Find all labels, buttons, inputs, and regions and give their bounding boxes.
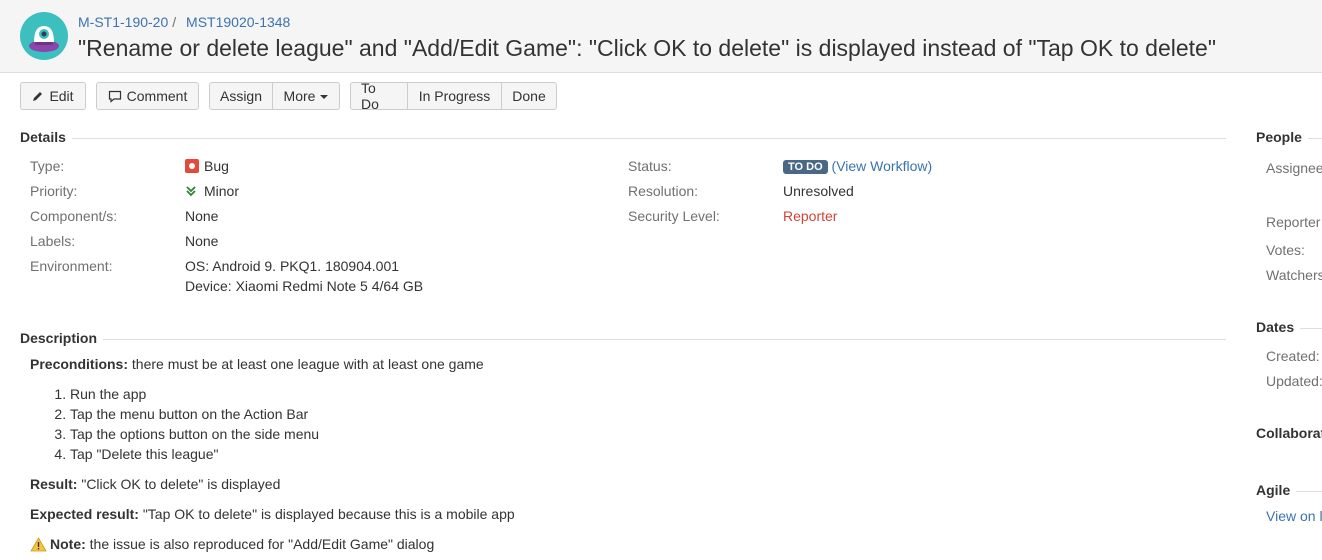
agile-heading[interactable]: Agile [1256, 482, 1290, 498]
result-label: Result: [30, 476, 78, 492]
more-button[interactable]: More [273, 82, 340, 110]
priority-minor-icon [186, 186, 196, 197]
priority-text: Minor [204, 183, 240, 199]
steps-list: Run the app Tap the menu button on the A… [30, 384, 319, 464]
issue-header: M-ST1-190-20/ MST19020-1348 "Rename or d… [0, 0, 1322, 73]
pencil-icon [33, 92, 43, 101]
expected-result-body: "Tap OK to delete" is displayed because … [138, 506, 515, 522]
note-label: Note: [50, 536, 86, 552]
note-body: the issue is also reproduced for "Add/Ed… [85, 536, 435, 552]
resolution-label: Resolution: [628, 183, 699, 199]
watchers-label: Watchers [1266, 267, 1322, 283]
updated-label: Updated: [1266, 373, 1322, 389]
people-heading[interactable]: People [1256, 129, 1302, 145]
labels-label: Labels: [30, 233, 76, 249]
environment-device: Device: Xiaomi Redmi Note 5 4/64 GB [185, 278, 424, 294]
status-badge: TO DO [783, 160, 828, 174]
warning-icon [30, 536, 47, 551]
result-text: Result: "Click OK to delete" is displaye… [30, 476, 280, 492]
votes-label: Votes: [1266, 242, 1305, 258]
project-avatar-icon[interactable] [20, 12, 68, 60]
people-divider [1308, 138, 1322, 139]
description-divider [103, 339, 1226, 340]
note-text: Note: the issue is also reproduced for "… [30, 536, 434, 552]
environment-label: Environment: [30, 258, 113, 274]
in-progress-label: In Progress [418, 88, 491, 104]
comment-button[interactable]: Comment [96, 82, 199, 110]
preconditions-label: Preconditions: [30, 356, 129, 372]
security-level-label: Security Level: [628, 208, 720, 224]
breadcrumb: M-ST1-190-20/ MST19020-1348 [78, 14, 290, 30]
edit-label: Edit [49, 88, 74, 104]
in-progress-button[interactable]: In Progress [408, 82, 502, 110]
assign-button[interactable]: Assign [209, 82, 273, 110]
expected-result-text: Expected result: "Tap OK to delete" is d… [30, 506, 515, 522]
priority-label: Priority: [30, 183, 78, 199]
todo-button[interactable]: To Do [350, 80, 408, 112]
project-link[interactable]: M-ST1-190-20 [78, 14, 168, 30]
environment-os: OS: Android 9. PKQ1. 180904.001 [185, 258, 400, 274]
priority-value: Minor [185, 183, 239, 199]
breadcrumb-separator: / [172, 14, 177, 30]
agile-divider [1296, 491, 1322, 492]
chevron-down-icon [320, 95, 329, 99]
more-label: More [283, 88, 316, 104]
view-workflow-link[interactable]: (View Workflow) [832, 158, 933, 174]
step-item: Run the app [70, 384, 319, 404]
type-value: Bug [185, 158, 229, 174]
done-label: Done [512, 88, 546, 104]
collaborators-heading[interactable]: Collaborat [1256, 425, 1322, 441]
description-heading[interactable]: Description [20, 330, 97, 346]
assignee-label: Assignee [1266, 160, 1322, 176]
step-item: Tap the menu button on the Action Bar [70, 404, 319, 424]
result-body: "Click OK to delete" is displayed [77, 476, 281, 492]
todo-label: To Do [361, 80, 379, 112]
edit-button[interactable]: Edit [20, 82, 86, 110]
components-value: None [185, 208, 219, 224]
created-label: Created: [1266, 348, 1320, 364]
reporter-label: Reporter [1266, 214, 1321, 230]
preconditions-text: Preconditions: there must be at least on… [30, 356, 484, 372]
labels-value[interactable]: None [185, 233, 218, 249]
details-divider [72, 138, 1226, 139]
assign-label: Assign [219, 88, 263, 104]
view-on-board-link[interactable]: View on l [1266, 508, 1322, 524]
done-button[interactable]: Done [502, 82, 557, 110]
security-level-value: Reporter [783, 208, 838, 224]
step-item: Tap the options button on the side menu [70, 424, 319, 444]
status-value: TO DO (View Workflow) [783, 158, 932, 174]
status-label: Status: [628, 158, 672, 174]
type-label: Type: [30, 158, 65, 174]
dates-divider [1300, 328, 1322, 329]
issue-key-link[interactable]: MST19020-1348 [186, 14, 290, 30]
components-label: Component/s: [30, 208, 118, 224]
bug-icon [185, 159, 199, 173]
details-heading[interactable]: Details [20, 129, 66, 145]
step-item: Tap "Delete this league" [70, 444, 319, 464]
issue-summary[interactable]: "Rename or delete league" and "Add/Edit … [78, 35, 1216, 62]
expected-result-label: Expected result: [30, 506, 139, 522]
comment-label: Comment [126, 88, 188, 104]
dates-heading[interactable]: Dates [1256, 319, 1294, 335]
comment-icon [108, 90, 121, 103]
preconditions-body: there must be at least one league with a… [128, 356, 484, 372]
resolution-value: Unresolved [783, 183, 854, 199]
type-text: Bug [204, 158, 229, 174]
